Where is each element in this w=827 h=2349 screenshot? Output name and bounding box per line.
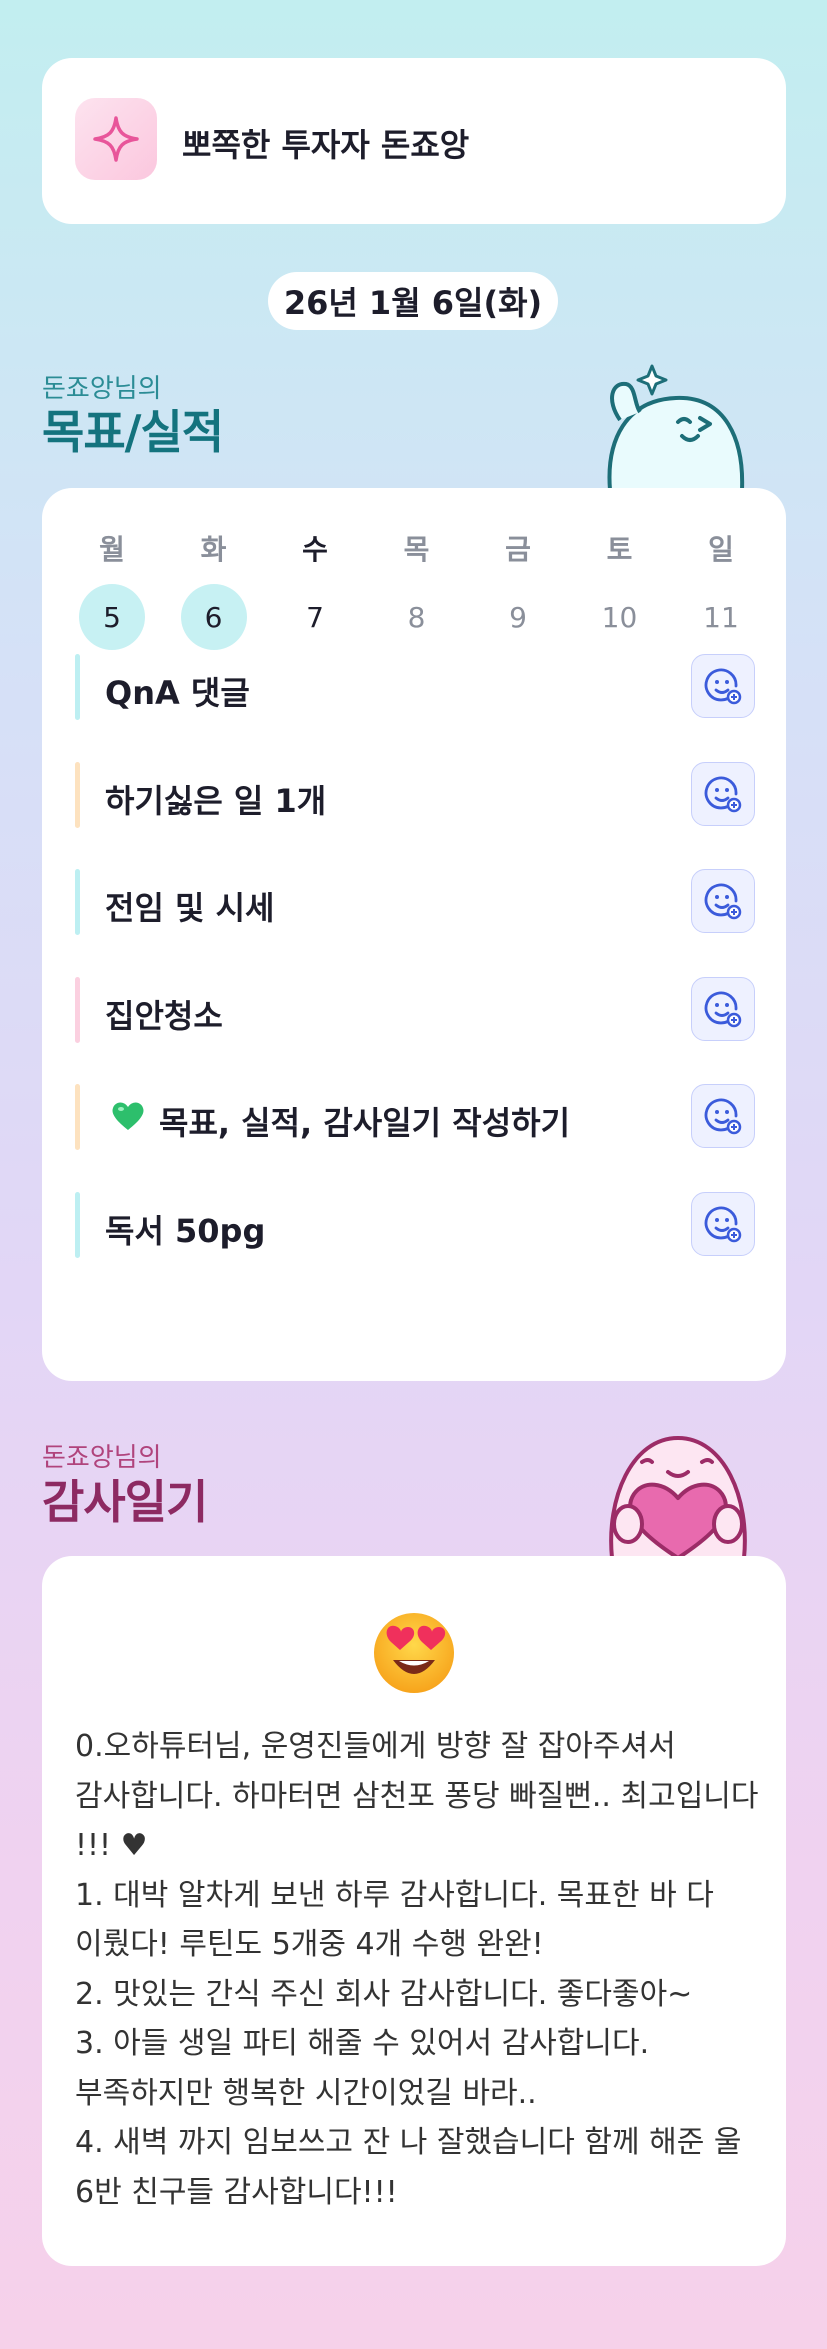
day-label: 일 [708, 533, 734, 566]
mascot-heart-icon [598, 1428, 758, 1562]
goals-card: 월 5 화 6 수 7 목 8 금 9 토 10 일 11 QnA 댓글하기싫은 일 1개전임 및 시세집… [42, 488, 786, 1381]
day-number[interactable]: 6 [180, 584, 247, 650]
add-reaction-button[interactable] [691, 976, 755, 1041]
goal-color-bar [75, 1084, 80, 1150]
day-number[interactable]: 9 [485, 584, 551, 650]
goal-color-bar [75, 869, 80, 935]
goals-section-title: 목표/실적 [42, 405, 224, 459]
thanks-section-title: 감사일기 [42, 1475, 208, 1529]
goal-label: 독서 50pg [105, 1211, 266, 1250]
goal-label: 집안청소 [105, 996, 223, 1035]
goal-color-bar [75, 761, 80, 828]
day-number[interactable]: 7 [282, 584, 348, 650]
day-label: 월 [99, 533, 125, 566]
goal-color-bar [75, 1191, 80, 1258]
add-reaction-button[interactable] [691, 869, 755, 933]
green-heart-icon [111, 1100, 145, 1136]
goal-item[interactable]: 집안청소 [75, 976, 755, 1043]
goal-item[interactable]: 목표, 실적, 감사일기 작성하기 [75, 1084, 755, 1150]
goal-item[interactable]: 독서 50pg [75, 1191, 755, 1258]
day-label: 수 [302, 533, 328, 566]
thanks-diary-text: 0.오하튜터님, 운영진들에게 방향 잘 잡아주셔서 감사합니다. 하마터면 삼… [75, 1729, 759, 2210]
profile-name: 뽀쪽한 투자자 돈죠앙 [182, 126, 470, 164]
day-label: 토 [606, 533, 633, 566]
day-number[interactable]: 11 [688, 584, 754, 650]
goal-item[interactable]: 하기싫은 일 1개 [75, 761, 755, 828]
add-reaction-button[interactable] [691, 1191, 755, 1256]
day-label: 금 [505, 533, 531, 566]
heart-eyes-emoji-icon [369, 1608, 459, 1702]
add-reaction-button[interactable] [691, 1084, 755, 1148]
goal-label: 목표, 실적, 감사일기 작성하기 [159, 1104, 571, 1142]
goal-label: 하기싫은 일 1개 [105, 781, 327, 820]
date-display: 26년 1월 6일(화) [268, 272, 558, 330]
week-calendar: 월 5 화 6 수 7 목 8 금 9 토 10 일 11 [62, 528, 766, 668]
sparkle-icon [75, 98, 157, 180]
day-number[interactable]: 8 [384, 584, 450, 650]
profile-card[interactable]: 뽀쪽한 투자자 돈죠앙 [42, 58, 786, 224]
day-label: 화 [200, 533, 227, 566]
add-reaction-button[interactable] [691, 761, 755, 826]
goal-label: QnA 댓글 [105, 674, 250, 712]
mascot-waving-icon [596, 360, 756, 494]
goal-item[interactable]: 전임 및 시세 [75, 869, 755, 935]
thanks-card: 0.오하튜터님, 운영진들에게 방향 잘 잡아주셔서 감사합니다. 하마터면 삼… [42, 1556, 786, 2266]
goal-color-bar [75, 654, 80, 720]
goal-label: 전임 및 시세 [105, 889, 275, 927]
day-number[interactable]: 10 [587, 584, 653, 650]
add-reaction-button[interactable] [691, 654, 755, 718]
goal-item[interactable]: QnA 댓글 [75, 654, 755, 720]
goal-color-bar [75, 976, 80, 1043]
day-label: 목 [403, 533, 430, 566]
day-number[interactable]: 5 [79, 584, 145, 650]
